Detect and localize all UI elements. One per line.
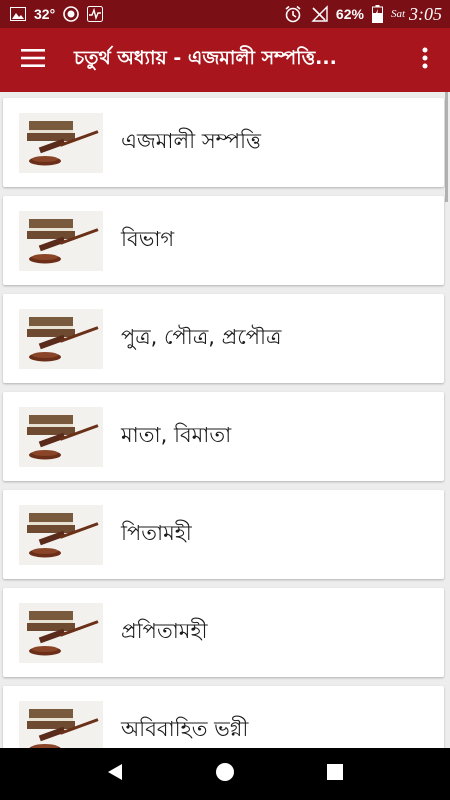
app-bar: চতুর্থ অধ্যায় - এজমালী সম্পত্তি... (0, 28, 450, 92)
list-item-label: পুত্র, পৌত্র, প্রপৌত্র (121, 325, 282, 349)
gavel-books-icon (19, 210, 103, 271)
overflow-menu-button[interactable] (400, 28, 450, 92)
gavel-books-icon (19, 700, 103, 748)
back-icon (106, 762, 124, 786)
topic-list[interactable]: এজমালী সম্পত্তি বিভাগ পুত্র, পৌত্র, প্রপ… (0, 92, 450, 748)
gavel-books-icon (19, 504, 103, 565)
recents-button[interactable] (315, 754, 355, 794)
list-item-label: মাতা, বিমাতা (121, 423, 232, 447)
navigation-bar (0, 748, 450, 800)
battery-charging-icon (371, 5, 383, 23)
home-button[interactable] (205, 754, 245, 794)
back-button[interactable] (95, 754, 135, 794)
gavel-books-icon (19, 308, 103, 369)
circle-record-icon (63, 6, 79, 22)
status-day: Sat (390, 8, 405, 20)
list-item[interactable]: বিভাগ (3, 196, 444, 285)
gavel-books-icon (19, 406, 103, 467)
image-icon (10, 7, 26, 21)
list-item-label: এজমালী সম্পত্তি (121, 129, 262, 153)
more-vert-icon (422, 47, 428, 73)
list-item[interactable]: অবিবাহিত ভগ্নী (3, 686, 444, 748)
alarm-icon (284, 5, 302, 23)
temperature-text: 32° (34, 6, 56, 22)
battery-percent: 62% (335, 6, 364, 22)
menu-button[interactable] (0, 28, 66, 92)
list-item[interactable]: পুত্র, পৌত্র, প্রপৌত্র (3, 294, 444, 383)
scrollbar[interactable] (445, 92, 448, 202)
status-left: 32° (10, 6, 104, 22)
list-item-label: প্রপিতামহী (121, 619, 208, 643)
list-item[interactable]: পিতামহী (3, 490, 444, 579)
signal-off-icon (310, 5, 328, 23)
gavel-books-icon (19, 112, 103, 173)
gavel-books-icon (19, 602, 103, 663)
list-item[interactable]: মাতা, বিমাতা (3, 392, 444, 481)
list-item[interactable]: এজমালী সম্পত্তি (3, 98, 444, 187)
home-icon (215, 762, 235, 786)
status-time: 3:05 (409, 3, 442, 24)
recents-icon (326, 763, 344, 785)
activity-icon (87, 6, 104, 22)
page-title: চতুর্থ অধ্যায় - এজমালী সম্পত্তি... (74, 47, 337, 69)
hamburger-menu-icon (21, 49, 45, 71)
list-item-label: পিতামহী (121, 521, 192, 545)
status-bar: 32° 62% Sat 3:05 (0, 0, 450, 28)
status-right: 62% Sat 3:05 (284, 4, 442, 25)
list-item-label: অবিবাহিত ভগ্নী (121, 717, 249, 741)
list-item-label: বিভাগ (121, 227, 175, 251)
list-item[interactable]: প্রপিতামহী (3, 588, 444, 677)
